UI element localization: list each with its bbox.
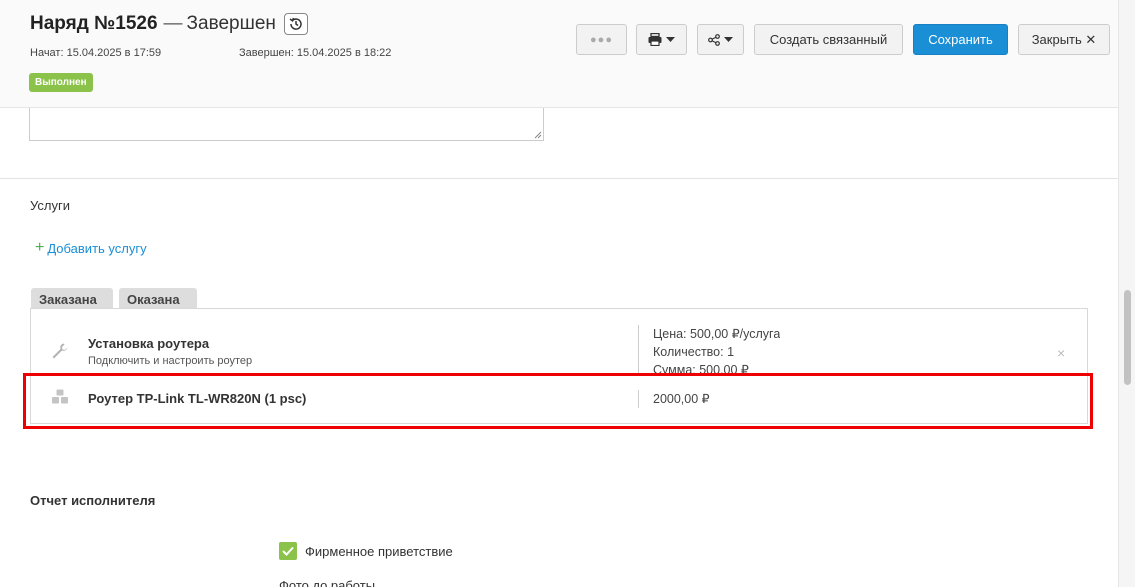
service-total: 2000,00 ₽ bbox=[653, 392, 710, 406]
service-quantity: Количество: 1 bbox=[653, 345, 735, 359]
chevron-down-icon bbox=[724, 36, 733, 42]
service-price: Цена: 500,00 ₽/услуга bbox=[653, 327, 781, 341]
create-linked-button[interactable]: Создать связанный bbox=[754, 24, 903, 55]
page-title: Наряд №1526 — Завершен bbox=[30, 13, 308, 35]
printer-icon bbox=[648, 33, 662, 46]
resize-handle-icon[interactable] bbox=[534, 131, 542, 139]
greeting-checkbox-label: Фирменное приветствие bbox=[305, 544, 453, 559]
service-pricing: Цена: 500,00 ₽/услуга Количество: 1 Сумм… bbox=[653, 325, 780, 375]
add-service-label: Добавить услугу bbox=[47, 240, 147, 256]
scrollbar-thumb[interactable] bbox=[1124, 290, 1131, 385]
status-badge: Выполнен bbox=[29, 73, 93, 92]
remove-service-button[interactable]: × bbox=[1057, 345, 1065, 361]
greeting-checkbox[interactable] bbox=[279, 542, 297, 560]
add-service-link[interactable]: + Добавить услугу bbox=[35, 240, 147, 256]
section-divider bbox=[0, 178, 1118, 179]
order-header: Наряд №1526 — Завершен Начат: 15.04.2025… bbox=[0, 0, 1118, 108]
share-button[interactable] bbox=[697, 24, 744, 55]
title-dash: — bbox=[163, 13, 183, 34]
column-separator bbox=[638, 325, 639, 375]
services-list: Установка роутера Подключить и настроить… bbox=[30, 308, 1088, 424]
service-sum: Сумма: 500,00 ₽ bbox=[653, 363, 749, 375]
plus-icon: + bbox=[35, 239, 45, 256]
started-date: Начат: 15.04.2025 в 17:59 bbox=[30, 47, 162, 59]
order-number: Наряд №1526 bbox=[30, 13, 158, 34]
print-button[interactable] bbox=[636, 24, 687, 55]
history-icon bbox=[289, 17, 302, 30]
service-description: Подключить и настроить роутер bbox=[88, 355, 253, 367]
column-separator bbox=[638, 390, 639, 408]
wrench-icon bbox=[52, 343, 68, 359]
checkmark-icon bbox=[282, 546, 294, 556]
boxes-icon bbox=[52, 389, 68, 404]
close-button[interactable]: Закрыть ✕ bbox=[1018, 24, 1110, 55]
share-icon bbox=[708, 33, 720, 46]
service-name: Роутер TP-Link TL-WR820N (1 psc) bbox=[88, 391, 307, 406]
more-button[interactable]: ●●● bbox=[576, 24, 627, 55]
scrollbar[interactable] bbox=[1118, 0, 1135, 587]
history-button[interactable] bbox=[283, 13, 308, 35]
finished-date: Завершен: 15.04.2025 в 18:22 bbox=[239, 47, 392, 59]
photo-before-label: Фото до работы bbox=[279, 578, 376, 587]
save-button[interactable]: Сохранить bbox=[913, 24, 1008, 55]
service-name: Установка роутера bbox=[88, 336, 210, 351]
more-dots-icon: ●●● bbox=[590, 33, 613, 46]
services-title: Услуги bbox=[30, 198, 70, 213]
report-title: Отчет исполнителя bbox=[30, 493, 156, 508]
chevron-down-icon bbox=[666, 36, 675, 42]
comment-textarea[interactable] bbox=[29, 108, 544, 141]
order-status: Завершен bbox=[186, 13, 276, 34]
